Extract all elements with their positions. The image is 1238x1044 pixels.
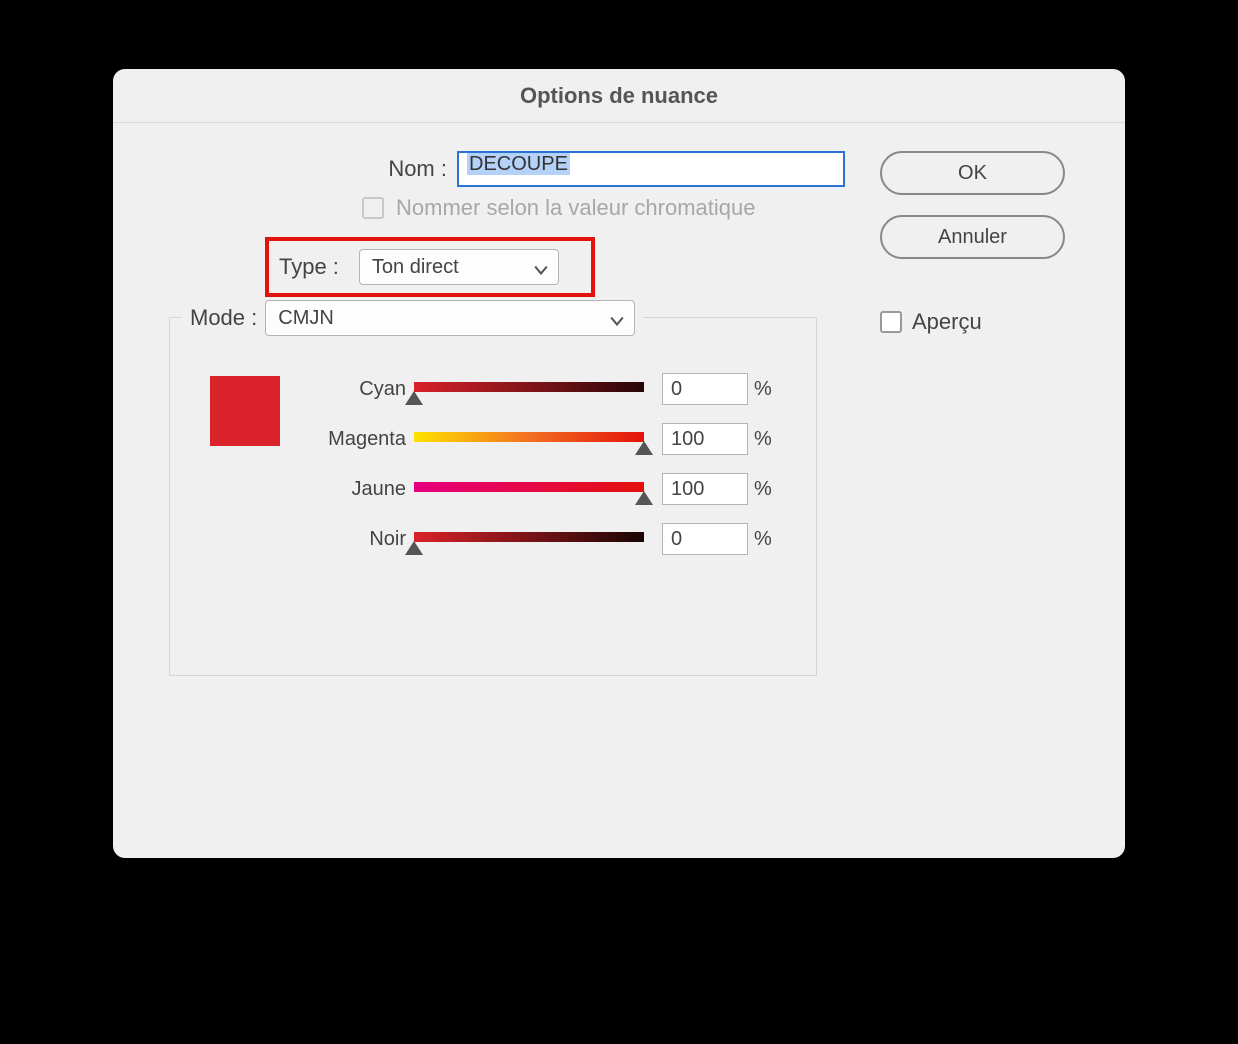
channel-slider[interactable]: [414, 427, 644, 451]
mode-select[interactable]: CMJN: [265, 300, 635, 336]
channel-unit: %: [754, 528, 772, 551]
name-label: Nom :: [157, 156, 457, 182]
preview-label: Aperçu: [912, 309, 982, 335]
preview-checkbox-row: Aperçu: [880, 309, 1065, 335]
channel-row-jaune: Jaune%: [306, 473, 786, 505]
name-by-chroma-label: Nommer selon la valeur chromatique: [396, 195, 756, 221]
mode-select-value: CMJN: [278, 307, 334, 330]
channel-sliders: Cyan%Magenta%Jaune%Noir%: [306, 373, 786, 555]
slider-thumb-icon[interactable]: [405, 541, 423, 555]
mode-legend: Mode : CMJN: [182, 300, 643, 336]
channel-row-noir: Noir%: [306, 523, 786, 555]
channel-label: Magenta: [306, 428, 406, 451]
cancel-button[interactable]: Annuler: [880, 215, 1065, 259]
slider-track: [414, 482, 644, 492]
slider-track: [414, 532, 644, 542]
channel-row-magenta: Magenta%: [306, 423, 786, 455]
dialog-content: OK Annuler Aperçu Nom : DECOUPE Nommer s…: [113, 123, 1125, 704]
slider-track: [414, 382, 644, 392]
channel-label: Jaune: [306, 478, 406, 501]
dialog-button-column: OK Annuler Aperçu: [880, 151, 1065, 335]
dialog-title: Options de nuance: [520, 83, 718, 109]
type-select-value: Ton direct: [372, 256, 459, 279]
type-label: Type :: [279, 254, 349, 280]
type-highlight-box: Type : Ton direct: [265, 237, 595, 297]
preview-checkbox[interactable]: [880, 311, 902, 333]
dialog-titlebar: Options de nuance: [113, 69, 1125, 123]
chevron-down-icon: [610, 311, 624, 325]
ok-button[interactable]: OK: [880, 151, 1065, 195]
channel-slider[interactable]: [414, 377, 644, 401]
form-area: Nom : DECOUPE Nommer selon la valeur chr…: [157, 151, 847, 676]
mode-fieldset: Mode : CMJN Cyan%Magenta%Jaune%Noir%: [169, 317, 817, 676]
name-by-chroma-checkbox: [362, 197, 384, 219]
slider-thumb-icon[interactable]: [635, 491, 653, 505]
name-row: Nom : DECOUPE: [157, 151, 847, 187]
type-select[interactable]: Ton direct: [359, 249, 559, 285]
chevron-down-icon: [534, 260, 548, 274]
swatch-options-dialog: Options de nuance OK Annuler Aperçu Nom …: [113, 69, 1125, 858]
name-field-value: DECOUPE: [467, 153, 570, 175]
channel-slider[interactable]: [414, 527, 644, 551]
name-field[interactable]: DECOUPE: [457, 151, 845, 187]
channel-unit: %: [754, 478, 772, 501]
channel-value-field[interactable]: [662, 523, 748, 555]
mode-label: Mode :: [190, 305, 257, 331]
slider-track: [414, 432, 644, 442]
channel-value-field[interactable]: [662, 473, 748, 505]
channel-unit: %: [754, 378, 772, 401]
name-by-chroma-row: Nommer selon la valeur chromatique: [362, 195, 847, 221]
slider-thumb-icon[interactable]: [635, 441, 653, 455]
channel-label: Cyan: [306, 378, 406, 401]
channel-value-field[interactable]: [662, 423, 748, 455]
color-swatch: [210, 376, 280, 446]
channel-value-field[interactable]: [662, 373, 748, 405]
channel-row-cyan: Cyan%: [306, 373, 786, 405]
channel-slider[interactable]: [414, 477, 644, 501]
slider-thumb-icon[interactable]: [405, 391, 423, 405]
channel-unit: %: [754, 428, 772, 451]
channel-label: Noir: [306, 528, 406, 551]
